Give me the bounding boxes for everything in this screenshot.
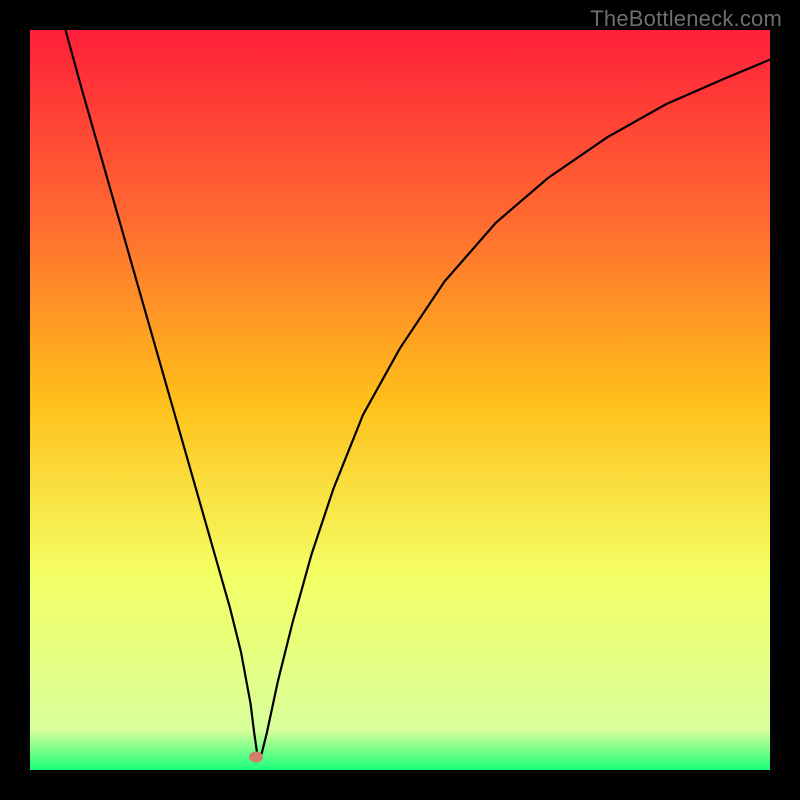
- watermark-text: TheBottleneck.com: [590, 6, 782, 32]
- plot-area: [30, 30, 770, 770]
- bottleneck-curve: [30, 30, 770, 770]
- optimum-marker: [249, 752, 263, 763]
